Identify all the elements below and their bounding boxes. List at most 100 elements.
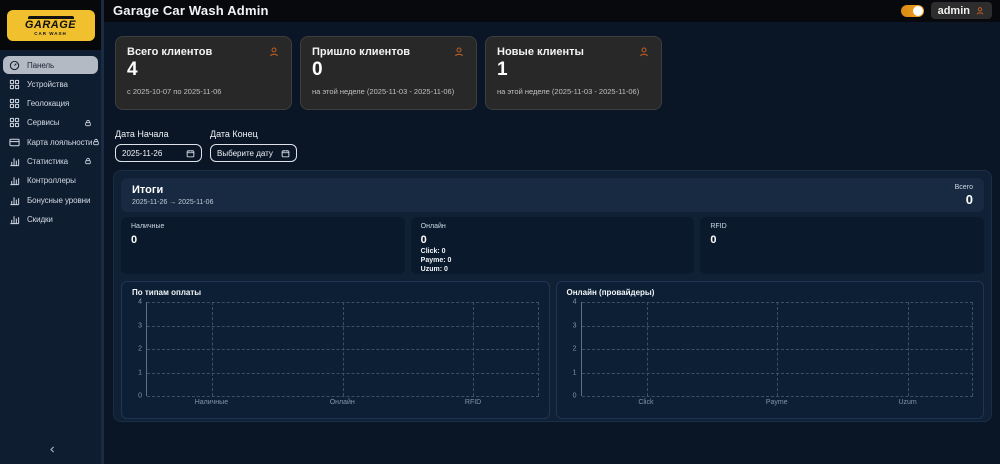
v-gridline	[473, 302, 475, 396]
gauge-icon	[9, 60, 20, 71]
sidebar-item-label: Скидки	[27, 214, 53, 224]
brand-logo[interactable]: GARAGE CAR WASH	[6, 9, 95, 41]
sidebar-item-discounts[interactable]: Скидки	[3, 210, 98, 228]
card-title: Новые клиенты	[497, 46, 584, 58]
top-bar-actions: admin	[900, 2, 992, 19]
payment-types-chart: По типам оплаты 0 1 2 3 4 Наличные Онлайн RFID	[121, 281, 550, 419]
sidebar-item-dashboard[interactable]: Панель	[3, 56, 98, 74]
end-date-input[interactable]: Выберите дату	[210, 144, 297, 162]
sidebar-item-services[interactable]: Сервисы	[3, 114, 98, 132]
chart-y-axis: 0 1 2 3 4	[567, 299, 581, 400]
sidebar-item-devices[interactable]: Устройства	[3, 75, 98, 93]
sidebar-item-bonus-levels[interactable]: Бонусные уровни	[3, 191, 98, 209]
y-tick-label: 3	[572, 322, 577, 329]
y-tick-label: 3	[138, 322, 142, 329]
lock-icon	[84, 157, 92, 165]
bar-chart-icon	[9, 175, 20, 186]
card-total-clients: Всего клиентов 4 с 2025-10-07 по 2025-11…	[115, 36, 292, 110]
summary-date-range: 2025-11-26 → 2025-11-06	[132, 199, 214, 206]
end-date-filter: Дата Конец Выберите дату	[210, 129, 297, 162]
date-filters: Дата Начала 2025-11-26 Дата Конец Выбери…	[115, 129, 297, 162]
card-value: 4	[127, 59, 138, 80]
start-date-value: 2025-11-26	[122, 148, 163, 158]
summary-box-rfid: RFID 0	[700, 217, 985, 274]
card-value: 1	[497, 59, 508, 80]
y-tick-label: 0	[138, 392, 142, 400]
y-tick-label: 0	[572, 392, 577, 400]
sidebar-item-loyalty-card[interactable]: Карта лояльности	[3, 133, 100, 151]
sidebar-logo-area: GARAGE CAR WASH	[0, 0, 101, 50]
chart-title: По типам оплаты	[132, 288, 202, 297]
logo-title: GARAGE	[24, 18, 77, 31]
sidebar-item-label: Бонусные уровни	[27, 195, 91, 205]
chart-title: Онлайн (провайдеры)	[566, 288, 655, 297]
sidebar-item-controllers[interactable]: Контроллеры	[3, 172, 98, 190]
summary-total-label: Всего	[954, 184, 973, 191]
v-gridline	[907, 302, 909, 396]
card-title: Всего клиентов	[127, 46, 213, 58]
person-icon	[453, 46, 465, 58]
x-tick-label: Наличные	[194, 399, 229, 406]
card-icon	[9, 137, 20, 148]
x-tick-label: RFID	[464, 399, 482, 406]
summary-box-label: Онлайн	[420, 223, 446, 230]
person-icon	[975, 6, 985, 16]
summary-title: Итоги	[132, 184, 164, 196]
start-date-label: Дата Начала	[115, 129, 169, 139]
v-gridline	[212, 302, 214, 396]
chart-x-axis: Наличные Онлайн RFID	[146, 396, 539, 408]
chart-plot	[580, 302, 973, 397]
v-gridline	[537, 302, 539, 396]
sidebar-item-label: Геолокация	[27, 99, 70, 109]
y-tick-label: 2	[138, 345, 142, 353]
lock-icon	[84, 119, 92, 127]
summary-box-online: Онлайн 0 Click: 0 Payme: 0 Uzum: 0	[410, 217, 695, 274]
charts-row: По типам оплаты 0 1 2 3 4 Наличные Онлайн RFID…	[121, 281, 984, 419]
sidebar-item-statistics[interactable]: Статистика	[3, 152, 98, 170]
card-subtitle: на этой неделе (2025-11-03 - 2025-11-06)	[312, 87, 455, 96]
card-arrived-clients: Пришло клиентов 0 на этой неделе (2025-1…	[300, 36, 477, 110]
stat-cards-row: Всего клиентов 4 с 2025-10-07 по 2025-11…	[115, 36, 662, 110]
start-date-input[interactable]: 2025-11-26	[115, 144, 202, 162]
grid-icon	[9, 98, 20, 109]
summary-total: Всего 0	[955, 184, 973, 207]
calendar-icon	[281, 149, 290, 158]
bar-chart-icon	[9, 214, 20, 225]
y-tick-label: 1	[572, 369, 577, 376]
chart-x-axis: Click Payme Uzum	[581, 396, 974, 408]
person-icon	[638, 46, 650, 58]
summary-box-value: 0	[710, 234, 717, 246]
grid-icon	[9, 79, 20, 90]
calendar-icon	[186, 149, 195, 158]
lock-icon	[92, 138, 100, 146]
user-menu[interactable]: admin	[930, 2, 992, 19]
y-tick-label: 4	[138, 298, 142, 306]
page-title: Garage Car Wash Admin	[113, 3, 269, 18]
x-tick-label: Payme	[765, 399, 788, 406]
sidebar-nav: Панель Устройства Геолокация Сервисы Кар…	[0, 50, 101, 228]
summary-detail-click: Click: 0	[420, 248, 446, 255]
chart-body: 0 1 2 3 4	[567, 299, 973, 400]
sidebar-item-geolocation[interactable]: Геолокация	[3, 95, 98, 113]
sidebar-item-label: Сервисы	[27, 118, 60, 128]
grid-icon	[9, 117, 20, 128]
card-subtitle: на этой неделе (2025-11-03 - 2025-11-06)	[497, 87, 640, 96]
summary-box-value: 0	[420, 234, 427, 246]
username: admin	[937, 4, 970, 17]
sidebar-item-label: Карта лояльности	[27, 137, 93, 147]
theme-toggle[interactable]	[900, 4, 924, 17]
end-date-label: Дата Конец	[210, 129, 258, 139]
summary-box-value: 0	[131, 234, 138, 246]
sidebar-item-label: Контроллеры	[27, 176, 76, 186]
toggle-knob	[912, 5, 923, 16]
v-gridline	[342, 302, 344, 396]
chart-body: 0 1 2 3 4	[132, 298, 539, 400]
sidebar-collapse-button[interactable]	[0, 441, 104, 459]
chevron-left-icon	[48, 445, 57, 454]
card-subtitle: с 2025-10-07 по 2025-11-06	[127, 87, 222, 96]
logo-subtitle: CAR WASH	[34, 30, 67, 36]
online-providers-chart: Онлайн (провайдеры) 0 1 2 3 4 Click Payme Uzum	[555, 281, 984, 419]
summary-detail-uzum: Uzum: 0	[420, 266, 448, 273]
summary-header: Итоги 2025-11-26 → 2025-11-06 Всего 0	[121, 178, 984, 212]
start-date-filter: Дата Начала 2025-11-26	[115, 129, 202, 162]
